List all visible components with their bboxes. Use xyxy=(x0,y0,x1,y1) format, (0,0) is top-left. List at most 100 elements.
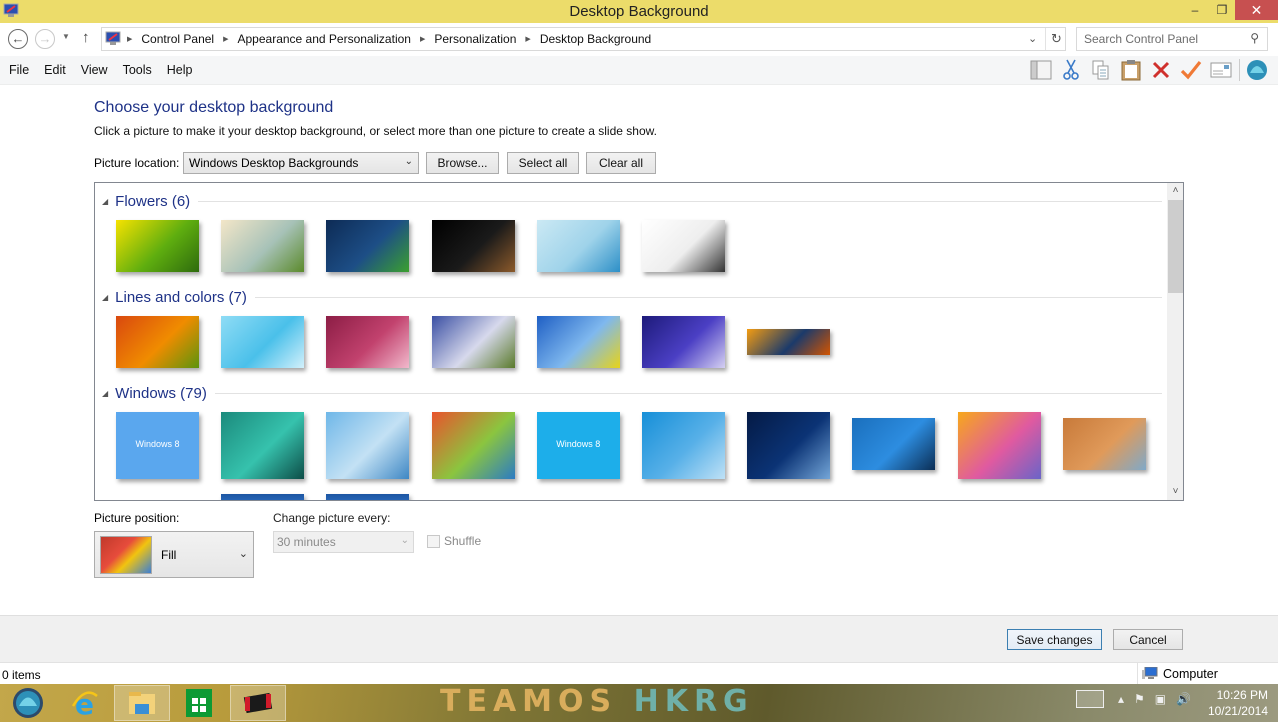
wallpaper-thumbnail[interactable] xyxy=(957,412,1041,479)
select-all-button[interactable]: Select all xyxy=(507,152,579,174)
collapse-triangle-icon[interactable]: ◢ xyxy=(102,389,108,398)
scroll-down-arrow-icon[interactable]: ˅ xyxy=(1167,484,1183,500)
picture-position-label: Picture position: xyxy=(94,511,180,525)
clear-all-button[interactable]: Clear all xyxy=(586,152,656,174)
wallpaper-thumbnail[interactable] xyxy=(642,220,725,272)
chevron-right-icon[interactable]: ▶ xyxy=(525,35,530,43)
taskbar-media-app[interactable] xyxy=(230,685,286,721)
wallpaper-thumbnail[interactable] xyxy=(642,316,725,368)
chevron-down-icon[interactable]: ⌄ xyxy=(1028,32,1037,45)
shell-icon[interactable] xyxy=(1245,59,1269,81)
breadcrumb-appearance[interactable]: Appearance and Personalization xyxy=(238,32,411,46)
chevron-right-icon[interactable]: ▶ xyxy=(223,35,228,43)
wallpaper-thumbnail[interactable] xyxy=(221,494,305,500)
paste-icon[interactable] xyxy=(1119,59,1143,81)
forward-button[interactable]: → xyxy=(35,29,55,49)
menu-edit[interactable]: Edit xyxy=(44,63,66,77)
shuffle-checkbox[interactable] xyxy=(427,534,440,548)
recent-locations-dropdown[interactable]: ▼ xyxy=(62,32,70,41)
wallpaper-thumbnail[interactable] xyxy=(326,220,410,272)
wallpaper-thumbnail[interactable]: Windows 8 xyxy=(536,412,620,479)
wallpaper-thumbnail[interactable] xyxy=(536,316,620,368)
address-bar[interactable]: ▶ Control Panel ▶ Appearance and Persona… xyxy=(101,27,1066,51)
wallpaper-thumbnail[interactable] xyxy=(221,220,305,272)
scrollbar-thumb[interactable] xyxy=(1168,200,1183,293)
wallpaper-thumbnail[interactable] xyxy=(536,220,620,272)
group-header[interactable]: ◢ Windows (79) xyxy=(102,383,1162,403)
shuffle-option[interactable]: Shuffle xyxy=(427,534,481,548)
chevron-right-icon[interactable]: ▶ xyxy=(420,35,425,43)
wallpaper-thumbnail[interactable] xyxy=(221,316,305,368)
collapse-triangle-icon[interactable]: ◢ xyxy=(102,293,108,302)
network-icon[interactable]: ▣ xyxy=(1155,692,1166,706)
check-icon[interactable] xyxy=(1179,59,1203,81)
copy-icon[interactable] xyxy=(1089,59,1113,81)
internet-explorer-icon: e xyxy=(71,688,98,718)
back-button[interactable]: ← xyxy=(8,29,28,49)
up-button[interactable]: ↑ xyxy=(82,29,90,46)
scroll-up-arrow-icon[interactable]: ˄ xyxy=(1167,183,1183,199)
collapse-triangle-icon[interactable]: ◢ xyxy=(102,197,108,206)
wallpaper-thumbnail[interactable] xyxy=(852,418,936,470)
wallpaper-thumbnail[interactable] xyxy=(326,494,410,500)
menu-file[interactable]: File xyxy=(9,63,29,77)
picture-position-value: Fill xyxy=(161,548,177,562)
taskbar-start-shell[interactable] xyxy=(0,685,56,721)
wallpaper-thumbnail[interactable] xyxy=(642,412,725,479)
toolbar xyxy=(1029,59,1275,81)
wallpaper-thumbnail[interactable] xyxy=(116,316,199,368)
wallpaper-thumbnail[interactable] xyxy=(431,316,515,368)
watermark-part2: HKRG xyxy=(633,684,754,719)
save-changes-button[interactable]: Save changes xyxy=(1007,629,1102,650)
clock[interactable]: 10:26 PM 10/21/2014 xyxy=(1206,687,1268,719)
clock-time: 10:26 PM xyxy=(1216,688,1268,702)
cancel-button[interactable]: Cancel xyxy=(1113,629,1183,650)
group-divider xyxy=(198,200,1162,202)
menu-tools[interactable]: Tools xyxy=(123,63,152,77)
menu-view[interactable]: View xyxy=(81,63,108,77)
volume-icon[interactable]: 🔊 xyxy=(1176,692,1191,706)
taskbar-internet-explorer[interactable]: e xyxy=(57,685,113,721)
properties-icon[interactable] xyxy=(1209,59,1233,81)
chevron-right-icon[interactable]: ▶ xyxy=(127,35,132,43)
browse-button[interactable]: Browse... xyxy=(426,152,499,174)
wallpaper-thumbnail[interactable] xyxy=(431,220,515,272)
minimize-button[interactable]: – xyxy=(1181,0,1209,20)
action-center-flag-icon[interactable]: ⚑ xyxy=(1134,692,1145,706)
refresh-button[interactable]: ↻ xyxy=(1045,28,1067,50)
breadcrumb-personalization[interactable]: Personalization xyxy=(434,32,516,46)
touch-keyboard-icon[interactable] xyxy=(1076,690,1104,708)
wallpaper-thumbnail[interactable] xyxy=(326,412,410,479)
delete-icon[interactable] xyxy=(1149,59,1173,81)
breadcrumb-control-panel[interactable]: Control Panel xyxy=(141,32,214,46)
search-input[interactable] xyxy=(1084,32,1244,46)
close-button[interactable]: ✕ xyxy=(1235,0,1278,20)
cut-icon[interactable] xyxy=(1059,59,1083,81)
watermark: TEAMOS HKRG xyxy=(440,684,754,719)
search-icon[interactable]: ⚲ xyxy=(1250,31,1259,45)
wallpaper-thumbnail[interactable] xyxy=(431,412,515,479)
wallpaper-thumbnail[interactable] xyxy=(747,329,831,355)
wallpaper-thumbnail[interactable] xyxy=(221,412,305,479)
group-header[interactable]: ◢ Lines and colors (7) xyxy=(102,287,1162,307)
wallpaper-thumbnail[interactable]: Windows 8 xyxy=(116,412,199,479)
group-header[interactable]: ◢ Flowers (6) xyxy=(102,191,1162,211)
group-label: Windows (79) xyxy=(115,384,207,402)
taskbar-windows-store[interactable] xyxy=(171,685,227,721)
layout-pane-icon[interactable] xyxy=(1029,59,1053,81)
taskbar-file-explorer[interactable] xyxy=(114,685,170,721)
wallpaper-thumbnail[interactable] xyxy=(326,316,410,368)
show-hidden-icons-icon[interactable]: ▴ xyxy=(1118,692,1124,706)
picture-position-select[interactable]: Fill ⌄ xyxy=(94,531,254,578)
picture-location-select[interactable]: Windows Desktop Backgrounds ⌄ xyxy=(183,152,419,174)
search-box[interactable]: ⚲ xyxy=(1076,27,1268,51)
picture-gallery: ◢ Flowers (6) ◢ Lines and colors (7) ◢ W… xyxy=(94,182,1184,501)
wallpaper-thumbnail[interactable] xyxy=(747,412,831,479)
wallpaper-thumbnail[interactable] xyxy=(1062,418,1146,470)
change-picture-interval-select[interactable]: 30 minutes ⌄ xyxy=(273,531,414,553)
vertical-scrollbar[interactable]: ˄ ˅ xyxy=(1167,183,1183,500)
menu-help[interactable]: Help xyxy=(167,63,193,77)
wallpaper-thumbnail[interactable] xyxy=(116,220,199,272)
breadcrumb-desktop-background[interactable]: Desktop Background xyxy=(540,32,651,46)
maximize-button[interactable]: ❐ xyxy=(1209,0,1235,20)
